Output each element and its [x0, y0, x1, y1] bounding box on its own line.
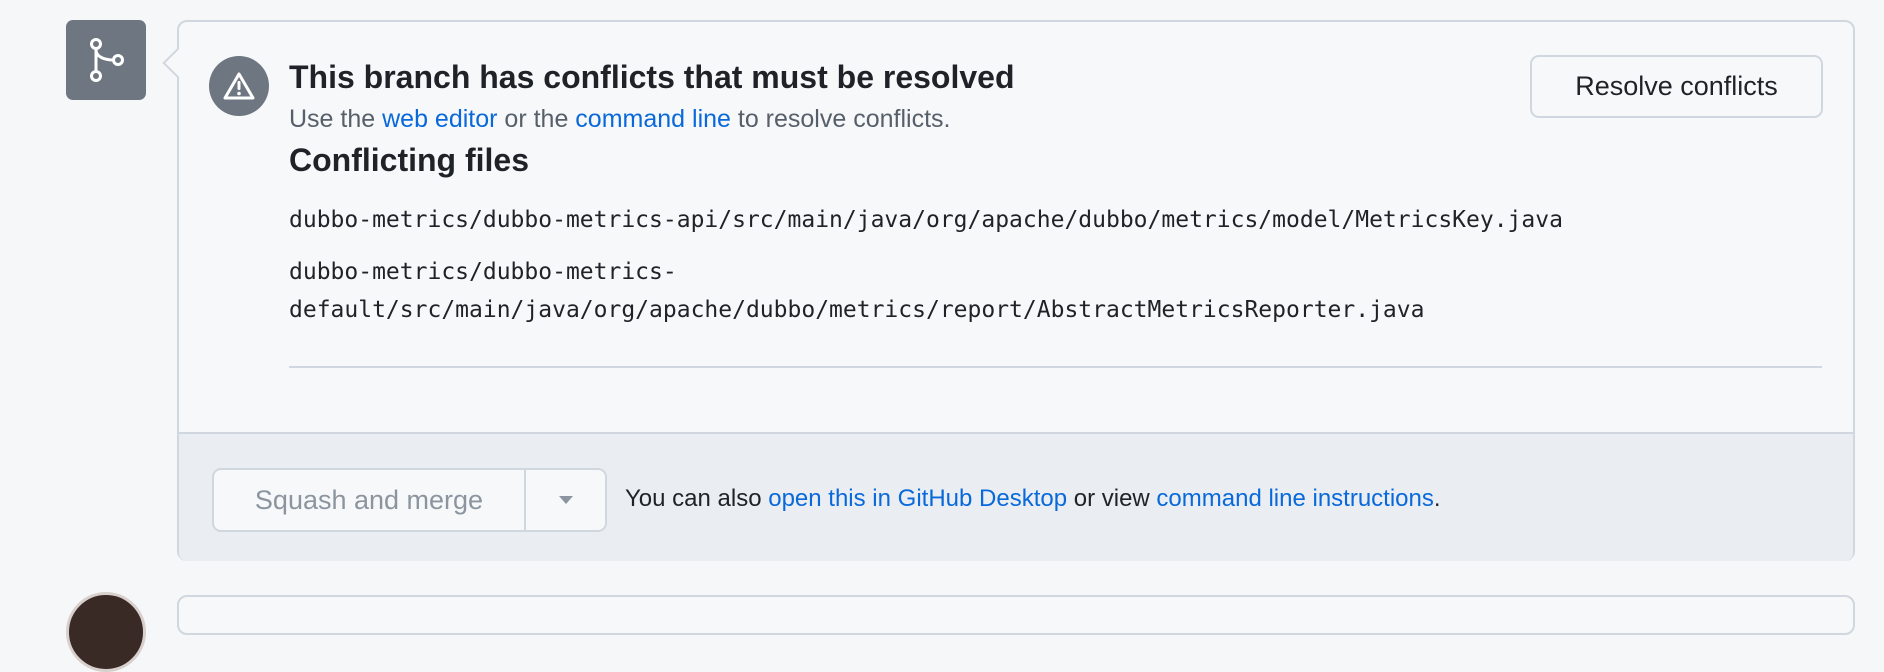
subtitle-middle: or the [497, 105, 576, 133]
merge-actions-section: Squash and merge You can also open this … [179, 432, 1853, 561]
github-desktop-link[interactable]: open this in GitHub Desktop [768, 485, 1067, 512]
alert-triangle-icon [223, 72, 255, 100]
subtitle-prefix: Use the [289, 105, 383, 133]
squash-and-merge-button[interactable]: Squash and merge [214, 470, 526, 530]
conflicting-file: dubbo-metrics/dubbo-metrics-api/src/main… [289, 207, 1563, 233]
resolve-conflicts-button[interactable]: Resolve conflicts [1530, 55, 1823, 118]
also-middle: or view [1067, 485, 1157, 512]
also-prefix: You can also [625, 485, 769, 512]
merge-method-dropdown-button[interactable] [526, 470, 605, 530]
avatar[interactable] [66, 592, 146, 672]
git-branch-icon-box [66, 20, 146, 100]
merge-box: This branch has conflicts that must be r… [177, 20, 1855, 561]
conflict-title: This branch has conflicts that must be r… [289, 59, 1015, 95]
conflict-subtitle: Use the web editor or the command line t… [289, 105, 950, 134]
subtitle-suffix: to resolve conflicts. [730, 105, 951, 133]
next-timeline-box [177, 595, 1855, 635]
command-line-link[interactable]: command line [575, 105, 731, 133]
conflicting-file: dubbo-metrics/dubbo-metrics- default/src… [289, 253, 1424, 329]
conflicting-files-heading: Conflicting files [289, 142, 529, 178]
merge-button-group: Squash and merge [212, 468, 607, 532]
command-line-instructions-link[interactable]: command line instructions [1156, 485, 1433, 512]
divider [289, 366, 1822, 368]
git-branch-icon [90, 38, 124, 82]
also-suffix: . [1433, 485, 1441, 512]
alert-icon-circle [209, 56, 269, 116]
web-editor-link[interactable]: web editor [382, 105, 497, 133]
alternative-merge-text: You can also open this in GitHub Desktop… [625, 485, 1441, 513]
triangle-down-icon [558, 496, 573, 504]
conflicting-file-line: default/src/main/java/org/apache/dubbo/m… [289, 297, 1425, 323]
conflict-section: This branch has conflicts that must be r… [179, 22, 1853, 432]
conflicting-file-line: dubbo-metrics/dubbo-metrics- [289, 259, 677, 285]
